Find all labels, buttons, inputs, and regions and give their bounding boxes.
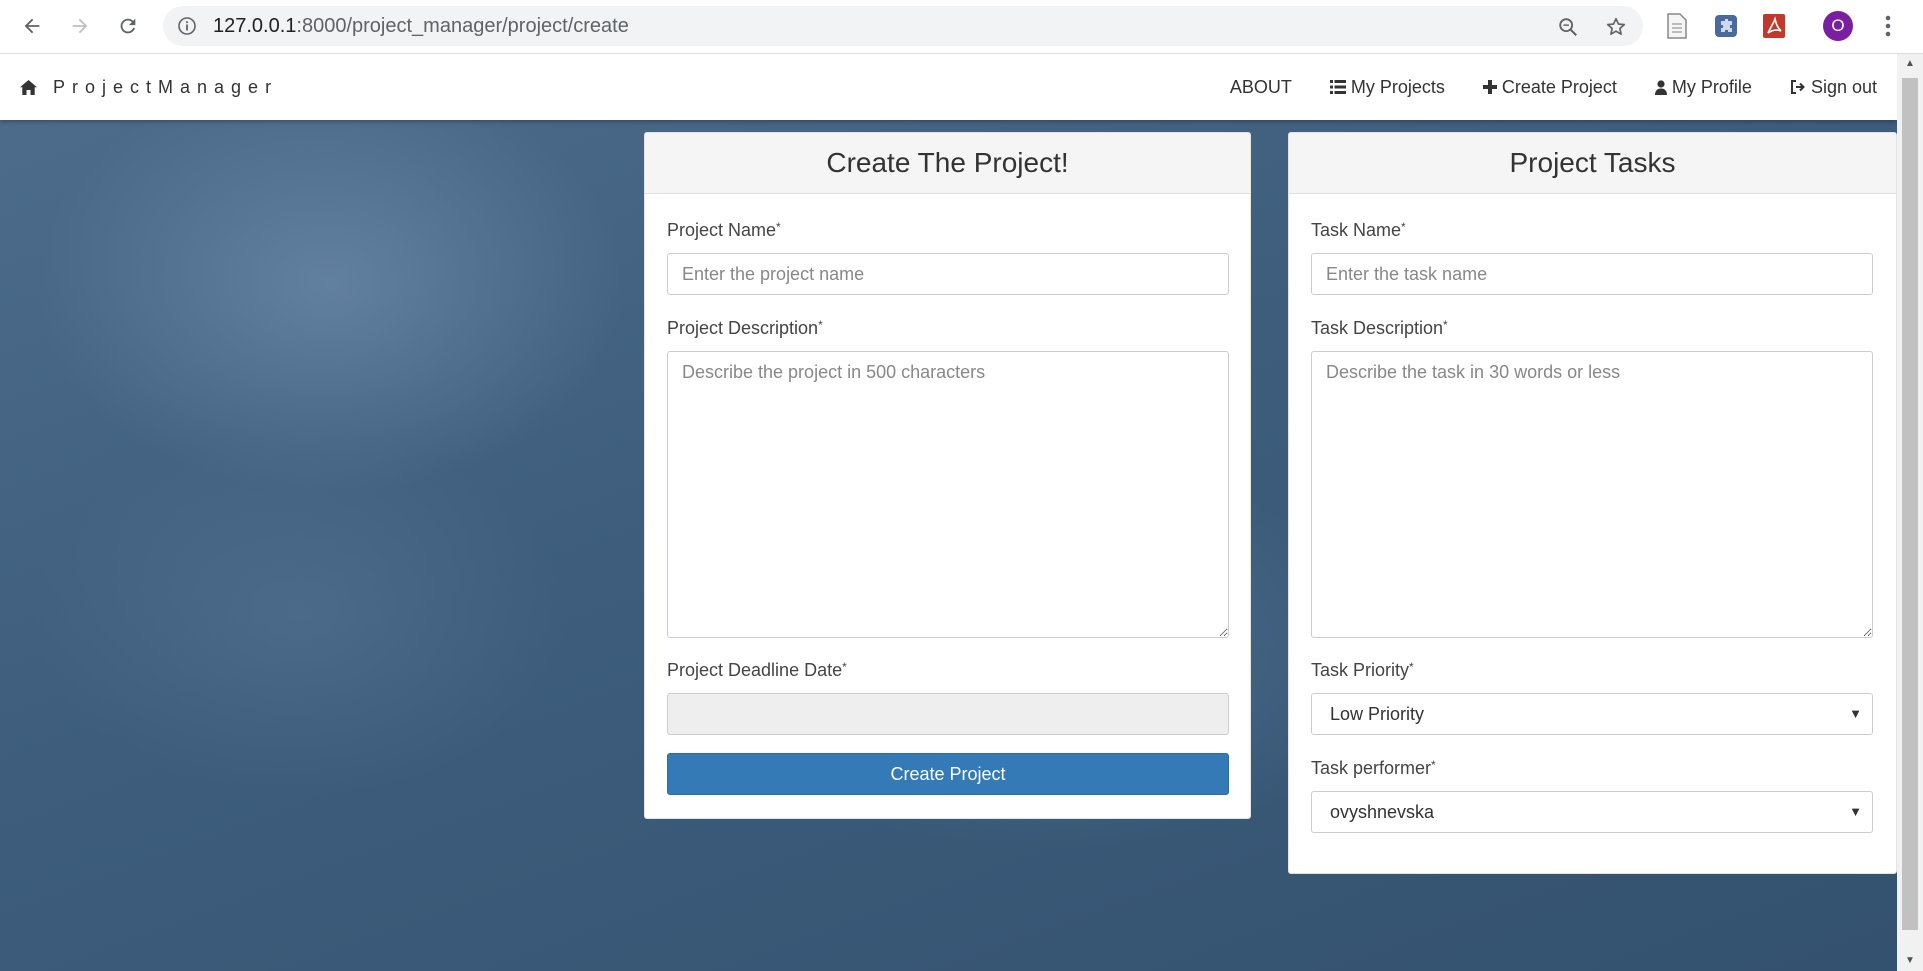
- task-name-input[interactable]: [1311, 253, 1873, 295]
- puzzle-extension-icon[interactable]: [1713, 12, 1739, 40]
- arrow-left-icon: [24, 18, 40, 34]
- project-deadline-input[interactable]: [667, 693, 1229, 735]
- nav-my-profile-label: My Profile: [1671, 76, 1752, 97]
- task-name-label-text: Task Name: [1311, 220, 1402, 240]
- project-description-label-text: Project Description: [667, 318, 819, 338]
- task-priority-label: Task Priority*: [1311, 660, 1414, 681]
- plus-icon: [1482, 80, 1497, 94]
- nav-about[interactable]: ABOUT: [1230, 77, 1292, 98]
- star-icon[interactable]: [1605, 16, 1627, 43]
- home-icon: [20, 79, 37, 95]
- page-scrollbar[interactable]: ▲ ▼: [1897, 54, 1923, 971]
- page-viewport: ProjectManager ABOUT My Projects Create …: [0, 54, 1897, 971]
- info-icon[interactable]: [177, 16, 197, 41]
- nav-menu: ABOUT My Projects Create Project My Prof…: [1192, 54, 1877, 120]
- required-mark: *: [776, 220, 781, 234]
- menu-icon[interactable]: [1872, 10, 1904, 42]
- task-performer-label-text: Task performer: [1311, 758, 1432, 778]
- create-project-button[interactable]: Create Project: [667, 753, 1229, 795]
- nav-create-project-label: Create Project: [1501, 76, 1617, 97]
- project-name-input[interactable]: [667, 253, 1229, 295]
- project-description-input[interactable]: [667, 351, 1229, 638]
- brand-name: ProjectManager: [53, 77, 279, 97]
- required-mark: *: [1431, 758, 1436, 772]
- scroll-down-arrow[interactable]: ▼: [1897, 951, 1923, 971]
- project-description-label: Project Description*: [667, 318, 823, 339]
- url-host: 127.0.0.1: [213, 15, 297, 37]
- caret-down-icon: ▼: [1849, 804, 1862, 819]
- task-performer-label: Task performer*: [1311, 758, 1436, 779]
- required-mark: *: [1443, 318, 1448, 332]
- project-deadline-label: Project Deadline Date*: [667, 660, 847, 681]
- scroll-up-arrow[interactable]: ▲: [1897, 54, 1923, 74]
- user-icon: [1654, 79, 1667, 95]
- nav-sign-out[interactable]: Sign out: [1790, 77, 1877, 98]
- reload-button[interactable]: [112, 10, 144, 42]
- brand-link[interactable]: ProjectManager: [20, 54, 278, 120]
- forward-button[interactable]: [64, 10, 96, 42]
- scrollbar-thumb[interactable]: [1902, 78, 1918, 930]
- navbar: ProjectManager ABOUT My Projects Create …: [0, 54, 1897, 120]
- caret-down-icon: ▼: [1849, 706, 1862, 721]
- project-deadline-label-text: Project Deadline Date: [667, 660, 843, 680]
- nav-my-projects[interactable]: My Projects: [1329, 76, 1445, 98]
- required-mark: *: [818, 318, 823, 332]
- address-bar[interactable]: 127.0.0.1:8000/project_manager/project/c…: [163, 6, 1643, 46]
- reload-icon: [120, 18, 136, 34]
- zoom-icon[interactable]: [1557, 16, 1579, 43]
- required-mark: *: [1401, 220, 1406, 234]
- document-extension-icon[interactable]: [1665, 12, 1691, 40]
- task-description-label: Task Description*: [1311, 318, 1448, 339]
- required-mark: *: [1409, 660, 1414, 674]
- arrow-right-icon: [72, 18, 88, 34]
- pdf-extension-icon[interactable]: [1761, 12, 1787, 40]
- nav-create-project[interactable]: Create Project: [1482, 76, 1617, 98]
- browser-toolbar: 127.0.0.1:8000/project_manager/project/c…: [0, 0, 1923, 54]
- create-project-title: Create The Project!: [645, 133, 1250, 194]
- project-tasks-title: Project Tasks: [1289, 133, 1896, 194]
- url-text[interactable]: 127.0.0.1:8000/project_manager/project/c…: [213, 6, 629, 46]
- nav-my-profile[interactable]: My Profile: [1654, 76, 1752, 98]
- task-description-label-text: Task Description: [1311, 318, 1444, 338]
- task-description-input[interactable]: [1311, 351, 1873, 638]
- list-icon: [1329, 80, 1346, 94]
- nav-sign-out-label: Sign out: [1810, 76, 1877, 97]
- project-name-label-text: Project Name: [667, 220, 777, 240]
- task-name-label: Task Name*: [1311, 220, 1406, 241]
- profile-avatar[interactable]: O: [1823, 11, 1853, 41]
- url-path: :8000/project_manager/project/create: [296, 15, 629, 37]
- task-priority-value: Low Priority: [1330, 704, 1425, 724]
- nav-about-label: ABOUT: [1229, 76, 1292, 97]
- nav-my-projects-label: My Projects: [1350, 76, 1445, 97]
- required-mark: *: [842, 660, 847, 674]
- task-performer-select[interactable]: ovyshnevska ▼: [1311, 791, 1873, 833]
- create-project-card: Create The Project! Project Name* Projec…: [644, 132, 1251, 819]
- sign-out-icon: [1790, 80, 1806, 94]
- task-performer-value: ovyshnevska: [1330, 802, 1435, 822]
- project-tasks-card: Project Tasks Task Name* Task Descriptio…: [1288, 132, 1897, 874]
- back-button[interactable]: [16, 10, 48, 42]
- task-priority-label-text: Task Priority: [1311, 660, 1410, 680]
- project-name-label: Project Name*: [667, 220, 781, 241]
- task-priority-select[interactable]: Low Priority ▼: [1311, 693, 1873, 735]
